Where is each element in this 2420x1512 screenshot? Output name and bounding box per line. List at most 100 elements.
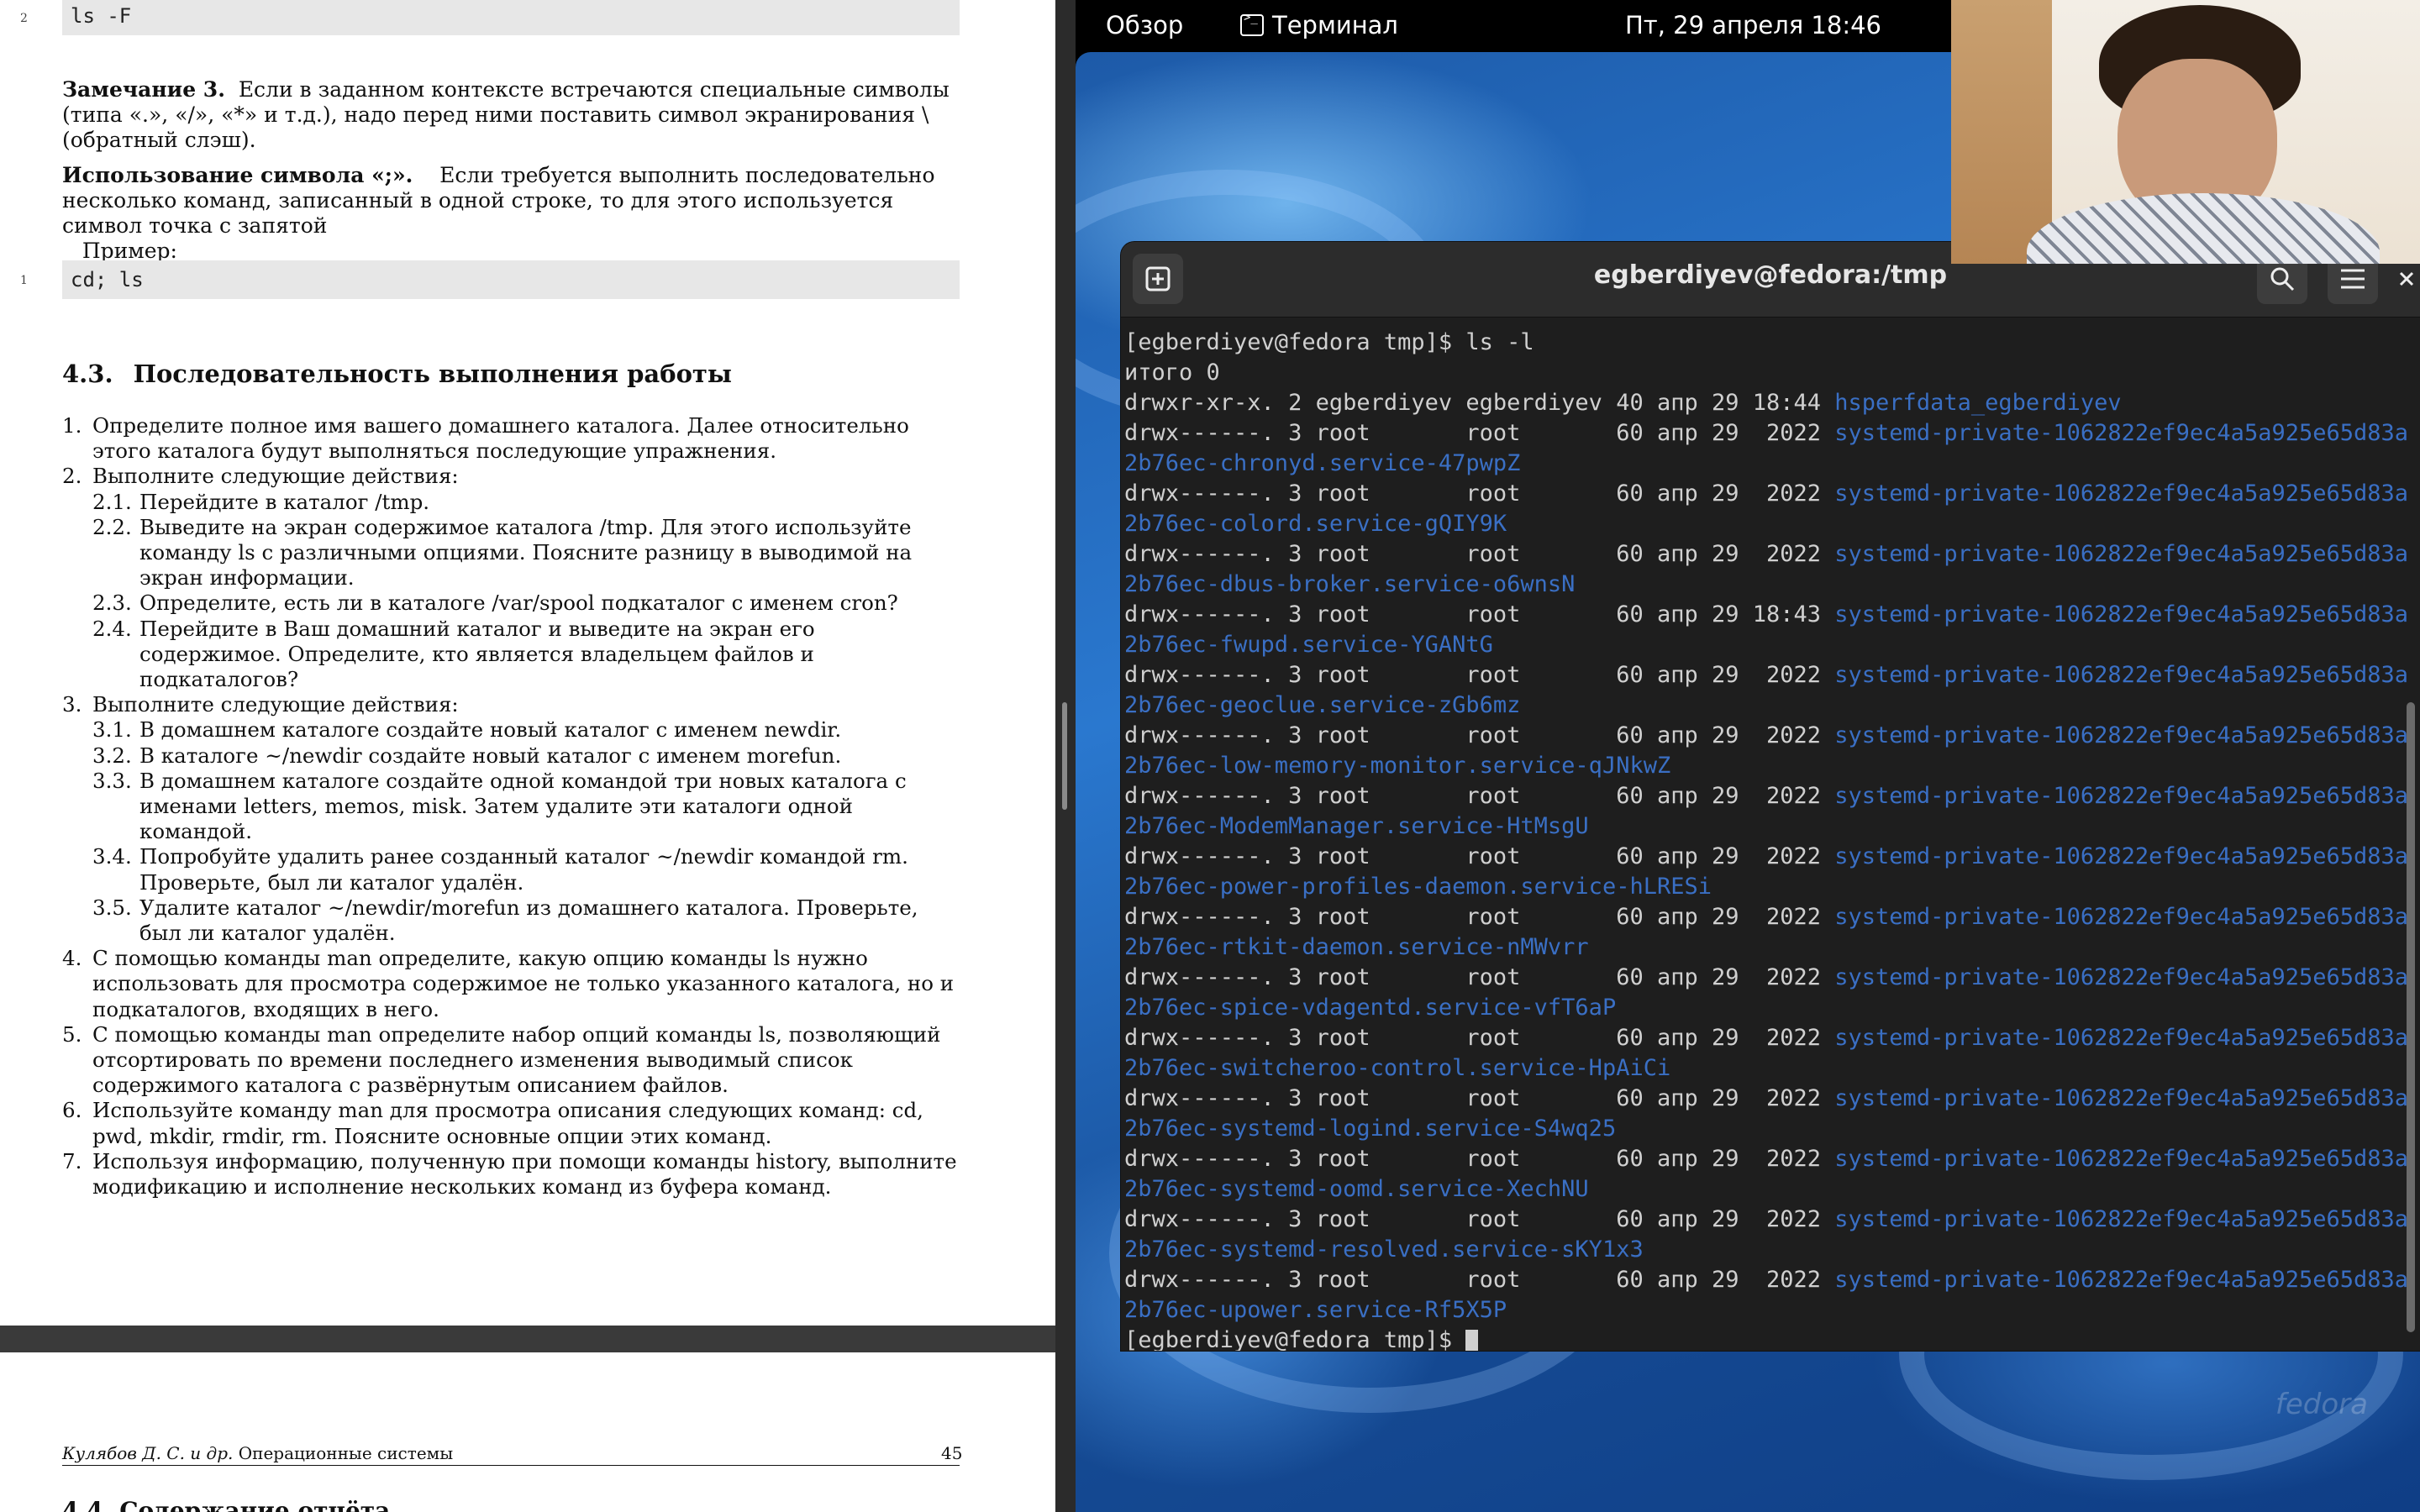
- app-menu-terminal[interactable]: Терминал: [1240, 11, 1398, 39]
- example-label: Пример:: [82, 239, 177, 263]
- listing-dir-name-wrap: 2b76ec-chronyd.service-47pwpZ: [1124, 450, 1521, 476]
- prompt-text: [egberdiyev@fedora tmp]$: [1124, 1327, 1466, 1351]
- step-number: 3.: [62, 692, 82, 717]
- listing-dir-name-wrap: 2b76ec-systemd-logind.service-S4wq25: [1124, 1116, 1617, 1142]
- page-number: 45: [941, 1443, 963, 1463]
- terminal-listing: drwxr-xr-x. 2 egberdiyev egberdiyev 40 а…: [1124, 388, 2410, 1326]
- sub-step-item: 3.2. В каталоге ~/newdir создайте новый к…: [62, 743, 963, 769]
- listing-dir-name: systemd-private-1062822ef9ec4a5a925e65d8…: [1834, 601, 2409, 627]
- terminal-title: egberdiyev@fedora:/tmp: [1593, 260, 1948, 290]
- listing-dir-name-wrap: 2b76ec-spice-vdagentd.service-vfT6aP: [1124, 995, 1617, 1021]
- footer-rule: [62, 1465, 960, 1466]
- split-grip-handle[interactable]: [1062, 702, 1067, 810]
- listing-dir-name: systemd-private-1062822ef9ec4a5a925e65d8…: [1834, 1146, 2409, 1172]
- terminal-window[interactable]: egberdiyev@fedora:/tmp [egberdiyev@fedor…: [1121, 242, 2420, 1351]
- listing-row: drwx------. 3 root root 60 апр 29 2022 s…: [1124, 721, 2410, 751]
- step-number: 4.: [62, 946, 82, 971]
- step-text: Выполните следующие действия:: [92, 464, 459, 489]
- listing-dir-name: systemd-private-1062822ef9ec4a5a925e65d8…: [1834, 783, 2409, 809]
- sub-step-item: 2.3. Определите, есть ли в каталоге /var/…: [62, 591, 963, 616]
- step-item: 3. Выполните следующие действия:: [62, 692, 963, 717]
- listing-attributes: drwx------. 3 root root 60 апр 29 2022: [1124, 1025, 1835, 1051]
- clock[interactable]: Пт, 29 апреля 18:46: [1625, 11, 1881, 39]
- listing-row: drwx------. 3 root root 60 апр 29 2022 s…: [1124, 539, 2410, 570]
- close-icon: [2399, 271, 2414, 286]
- listing-dir-name: systemd-private-1062822ef9ec4a5a925e65d8…: [1834, 904, 2409, 930]
- step-text: В домашнем каталоге создайте одной коман…: [139, 768, 907, 844]
- terminal-prompt[interactable]: [egberdiyev@fedora tmp]$: [1124, 1326, 2410, 1351]
- listing-attributes: drwx------. 3 root root 60 апр 29 2022: [1124, 420, 1835, 446]
- listing-dir-name: systemd-private-1062822ef9ec4a5a925e65d8…: [1834, 480, 2409, 507]
- listing-row: drwx------. 3 root root 60 апр 29 2022 s…: [1124, 1205, 2410, 1235]
- step-item: 4. С помощью команды man определите, каку…: [62, 946, 963, 1022]
- footer-author: Кулябов Д. С. и др.: [62, 1443, 234, 1463]
- listing-dir-name-wrap: 2b76ec-power-profiles-daemon.service-hLR…: [1124, 874, 1712, 900]
- listing-row: drwx------. 3 root root 60 апр 29 18:43 …: [1124, 600, 2410, 630]
- listing-row: drwx------. 3 root root 60 апр 29 2022 s…: [1124, 902, 2410, 932]
- split-divider[interactable]: [1055, 0, 1076, 1512]
- listing-dir-name: systemd-private-1062822ef9ec4a5a925e65d8…: [1834, 420, 2409, 446]
- steps-list: 1. Определите полное имя вашего домашнего…: [62, 413, 963, 1200]
- listing-dir-name: systemd-private-1062822ef9ec4a5a925e65d8…: [1834, 662, 2409, 688]
- sub-step-item: 3.4. Попробуйте удалить ранее созданный к…: [62, 844, 963, 895]
- listing-attributes: drwx------. 3 root root 60 апр 29 2022: [1124, 722, 1835, 748]
- listing-attributes: drwx------. 3 root root 60 апр 29 2022: [1124, 1267, 1835, 1293]
- step-number: 3.2.: [92, 743, 132, 768]
- listing-dir-name-wrap: 2b76ec-systemd-oomd.service-XechNU: [1124, 1176, 1589, 1202]
- step-text: Определите, есть ли в каталоге /var/spoo…: [139, 591, 898, 616]
- step-number: 5.: [62, 1021, 82, 1047]
- note-3-label: Замечание 3.: [62, 77, 225, 102]
- listing-dir-name: systemd-private-1062822ef9ec4a5a925e65d8…: [1834, 1025, 2409, 1051]
- step-number: 2.: [62, 464, 82, 489]
- step-text: Удалите каталог ~/newdir/morefun из дома…: [139, 895, 918, 946]
- listing-row: drwx------. 3 root root 60 апр 29 2022 s…: [1124, 1144, 2410, 1174]
- listing-attributes: drwx------. 3 root root 60 апр 29 2022: [1124, 480, 1835, 507]
- webcam-person-shirt: [2027, 193, 2380, 264]
- listing-attributes: drwx------. 3 root root 60 апр 29 18:43: [1124, 601, 1835, 627]
- step-number: 1.: [62, 413, 82, 438]
- activities-button[interactable]: Обзор: [1106, 11, 1183, 39]
- listing-attributes: drwx------. 3 root root 60 апр 29 2022: [1124, 783, 1835, 809]
- step-text: Используя информацию, полученную при пом…: [92, 1148, 957, 1200]
- sub-step-item: 3.3. В домашнем каталоге создайте одной к…: [62, 769, 963, 845]
- terminal-total-line: итого 0: [1124, 360, 1220, 386]
- terminal-scrollbar[interactable]: [2407, 702, 2415, 1332]
- step-item: 2. Выполните следующие действия:: [62, 464, 963, 489]
- listing-attributes: drwx------. 3 root root 60 апр 29 2022: [1124, 662, 1835, 688]
- step-text: Определите полное имя вашего домашнего к…: [92, 413, 909, 464]
- listing-dir-name-wrap: 2b76ec-systemd-resolved.service-sKY1x3: [1124, 1236, 1644, 1263]
- listing-attributes: drwx------. 3 root root 60 апр 29 2022: [1124, 904, 1835, 930]
- webcam-overlay: [1951, 0, 2420, 264]
- webcam-background-shelf: [1951, 0, 2052, 264]
- terminal-cursor: [1465, 1329, 1479, 1351]
- step-number: 2.1.: [92, 489, 132, 514]
- gnome-desktop: Обзор Терминал Пт, 29 апреля 18:46 fedor…: [1076, 0, 2420, 1512]
- sub-step-item: 2.2. Выведите на экран содержимое каталог…: [62, 515, 963, 591]
- listing-row: drwx------. 3 root root 60 апр 29 2022 s…: [1124, 1265, 2410, 1295]
- listing-dir-name: systemd-private-1062822ef9ec4a5a925e65d8…: [1834, 964, 2409, 990]
- listing-dir-name: systemd-private-1062822ef9ec4a5a925e65d8…: [1834, 722, 2409, 748]
- pdf-document-view: 2 ls -F Замечание 3. Если в заданном кон…: [0, 0, 1055, 1512]
- listing-attributes: drwx------. 3 root root 60 апр 29 2022: [1124, 964, 1835, 990]
- step-number: 6.: [62, 1098, 82, 1123]
- section-title: Последовательность выполнения работы: [133, 360, 732, 388]
- listing-attributes: drwx------. 3 root root 60 апр 29 2022: [1124, 843, 1835, 869]
- listing-row: drwx------. 3 root root 60 апр 29 2022 s…: [1124, 781, 2410, 811]
- section-heading: 4.3. Последовательность выполнения работы: [62, 360, 752, 388]
- sub-step-item: 3.5. Удалите каталог ~/newdir/morefun из …: [62, 895, 963, 946]
- listing-dir-name-wrap: 2b76ec-fwupd.service-YGANtG: [1124, 632, 1493, 658]
- step-number: 3.5.: [92, 895, 132, 920]
- page-footer-author: Кулябов Д. С. и др. Операционные системы: [62, 1443, 453, 1463]
- listing-dir-name-wrap: 2b76ec-colord.service-gQIY9K: [1124, 511, 1507, 537]
- section-number: 4.3.: [62, 360, 113, 388]
- listing-attributes: drwx------. 3 root root 60 апр 29 2022: [1124, 1146, 1835, 1172]
- listing-row: drwx------. 3 root root 60 апр 29 2022 s…: [1124, 1023, 2410, 1053]
- step-text: В домашнем каталоге создайте новый катал…: [139, 717, 842, 743]
- step-item: 6. Используйте команду man для просмотра …: [62, 1098, 963, 1148]
- terminal-output[interactable]: [egberdiyev@fedora tmp]$ ls -l итого 0 drw…: [1124, 318, 2410, 1351]
- step-item: 1. Определите полное имя вашего домашнего…: [62, 413, 963, 464]
- listing-dir-name-wrap: 2b76ec-low-memory-monitor.service-qJNkwZ: [1124, 753, 1671, 779]
- footer-book: Операционные системы: [238, 1443, 454, 1463]
- listing-dir-name-wrap: 2b76ec-rtkit-daemon.service-nMWvrr: [1124, 934, 1589, 960]
- step-number: 2.2.: [92, 514, 132, 539]
